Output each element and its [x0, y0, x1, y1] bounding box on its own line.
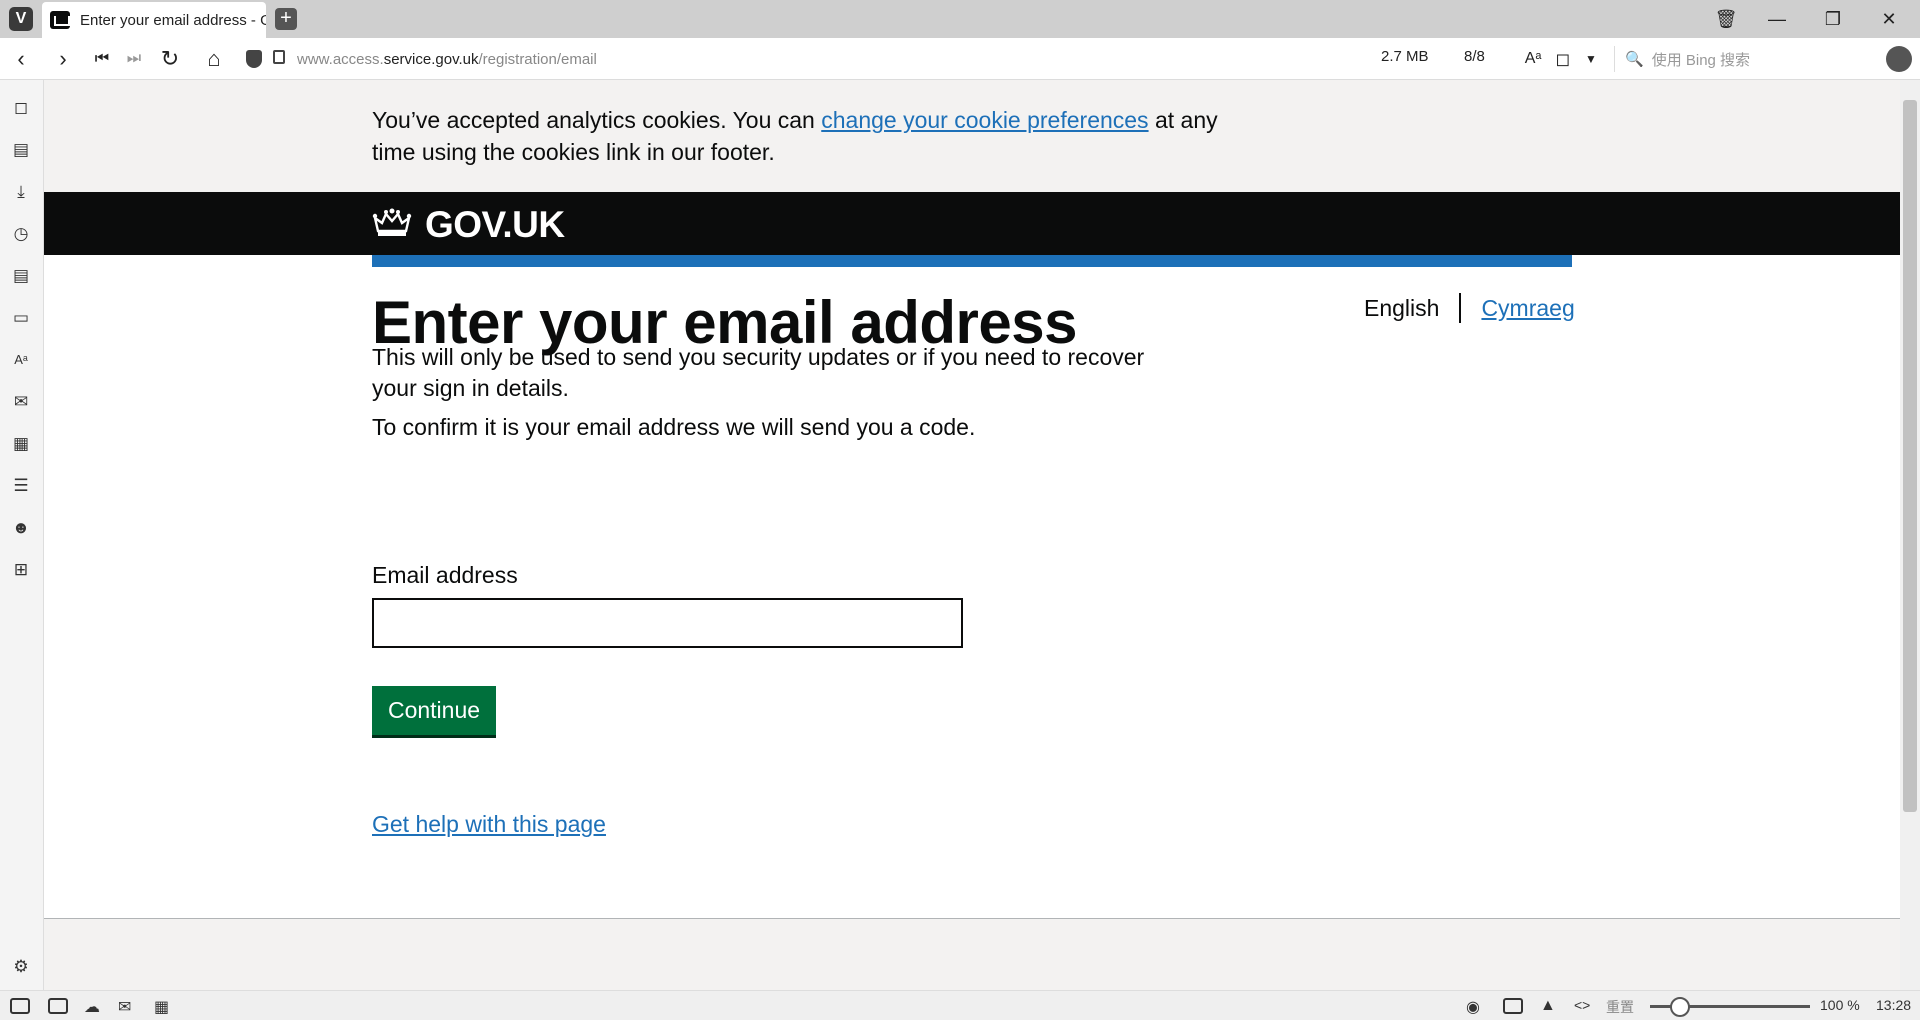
page-viewport: You’ve accepted analytics cookies. You c… [44, 80, 1900, 990]
lock-icon[interactable] [273, 50, 285, 64]
lang-cymraeg-link[interactable]: Cymraeg [1481, 295, 1574, 322]
close-icon[interactable]: ✕ [1866, 4, 1912, 34]
intro-paragraph: This will only be used to send you secur… [372, 344, 1145, 401]
reading-list-icon[interactable]: ▤ [11, 140, 31, 160]
browser-sidebar: ◻ ▤ ⤓ ◷ ▤ ▭ Aᵃ ✉ ▦ ☰ ☻ ⊞ ⚙ [0, 80, 44, 990]
calendar-status-icon[interactable]: ▦ [154, 997, 169, 1017]
search-input[interactable]: 🔍 使用 Bing 搜索 [1614, 46, 1872, 72]
govuk-logo[interactable]: GOV.UK [425, 204, 565, 246]
add-panel-icon[interactable]: ⊞ [11, 560, 31, 580]
forward-icon[interactable]: › [50, 46, 76, 72]
window-panel-icon[interactable]: ▭ [11, 308, 31, 328]
code-icon[interactable]: <> [1574, 997, 1590, 1013]
cookie-banner: You’ve accepted analytics cookies. You c… [44, 80, 1900, 192]
home-icon[interactable]: ⌂ [201, 46, 227, 72]
continue-button[interactable]: Continue [372, 686, 496, 735]
fast-forward-icon[interactable]: ⏭ [121, 46, 147, 72]
lang-divider [1459, 293, 1462, 323]
email-field[interactable] [372, 598, 963, 648]
address-bar: ‹ › ⏮ ⏭ ↻ ⌂ www.access. service.gov.uk/re… [0, 38, 1920, 80]
mail-status-icon[interactable]: ✉ [118, 997, 131, 1017]
status-bar: ☁ ✉ ▦ ◉ ▲ <> 重置 100 % 13:28 [0, 990, 1920, 1020]
govuk-favicon-icon [50, 11, 70, 29]
notes-icon[interactable]: ▤ [11, 266, 31, 286]
minimize-icon[interactable]: — [1754, 4, 1800, 34]
downloads-icon[interactable]: ⤓ [11, 182, 31, 202]
lang-english: English [1364, 294, 1440, 321]
profile-icon[interactable] [1886, 46, 1912, 72]
header-accent-bar [372, 255, 1572, 267]
cookie-message: You’ve accepted analytics cookies. You c… [372, 104, 1232, 168]
page-footer [44, 918, 1900, 990]
crown-icon [372, 208, 412, 236]
panel-toggle-icon[interactable] [10, 998, 30, 1014]
url-prefix: www.access. [297, 50, 384, 68]
url-host: service.gov.uk [383, 50, 479, 68]
rewind-icon[interactable]: ⏮ [89, 46, 115, 72]
tab-tiling-icon[interactable] [48, 998, 68, 1014]
history-icon[interactable]: ◷ [11, 224, 31, 244]
govuk-header: GOV.UK [44, 192, 1900, 255]
cookie-preferences-link[interactable]: change your cookie preferences [821, 107, 1148, 133]
tab-bar: V Enter your email address - GOV.UK + 🗑 … [0, 0, 1920, 38]
page-tiling-icon[interactable] [1503, 998, 1523, 1014]
feed-icon[interactable]: ☰ [11, 476, 31, 496]
bookmark-icon[interactable]: ◻ [1550, 46, 1576, 72]
images-icon[interactable]: ▲ [1540, 997, 1556, 1015]
bookmarks-panel-icon[interactable]: ◻ [11, 98, 31, 118]
help-link[interactable]: Get help with this page [372, 811, 606, 838]
back-icon[interactable]: ‹ [8, 46, 34, 72]
contacts-icon[interactable]: ☻ [11, 518, 31, 538]
camera-icon[interactable]: ◉ [1466, 997, 1480, 1017]
zoom-slider-knob[interactable] [1670, 997, 1690, 1017]
zoom-reset[interactable]: 重置 [1606, 997, 1634, 1017]
language-switcher: English Cymraeg [1364, 293, 1575, 323]
code-paragraph: To confirm it is your email address we w… [372, 414, 976, 440]
page-size: 2.7 MB [1381, 48, 1429, 65]
email-label: Email address [372, 562, 518, 588]
search-placeholder: 使用 Bing 搜索 [1651, 51, 1751, 69]
reload-icon[interactable]: ↻ [157, 46, 183, 72]
search-icon: 🔍 [1625, 51, 1644, 68]
url-field[interactable]: www.access. service.gov.uk/registration/e… [297, 46, 1447, 72]
mail-icon[interactable]: ✉ [11, 392, 31, 412]
scroll-thumb[interactable] [1903, 100, 1917, 812]
new-tab-button[interactable]: + [275, 8, 297, 30]
resource-count: 8/8 [1464, 48, 1485, 65]
translate-panel-icon[interactable]: Aᵃ [11, 350, 31, 370]
translate-icon[interactable]: Aᵃ [1520, 46, 1546, 72]
maximize-icon[interactable]: ❐ [1810, 4, 1856, 34]
calendar-icon[interactable]: ▦ [11, 434, 31, 454]
sync-cloud-icon[interactable]: ☁ [84, 997, 100, 1017]
trash-icon[interactable]: 🗑 [1703, 4, 1749, 34]
tab-title: Enter your email address - GOV.UK [80, 11, 266, 29]
vivaldi-logo-icon[interactable]: V [9, 7, 33, 31]
chevron-down-icon[interactable]: ▼ [1578, 46, 1604, 72]
tab-active[interactable]: Enter your email address - GOV.UK [42, 2, 266, 38]
settings-gear-icon[interactable]: ⚙ [11, 957, 31, 977]
cookie-text-start: You’ve accepted analytics cookies. You c… [372, 107, 822, 133]
shield-icon[interactable] [246, 50, 262, 68]
url-path: /registration/email [478, 50, 597, 68]
zoom-level: 100 % [1820, 997, 1860, 1013]
clock: 13:28 [1876, 997, 1912, 1013]
